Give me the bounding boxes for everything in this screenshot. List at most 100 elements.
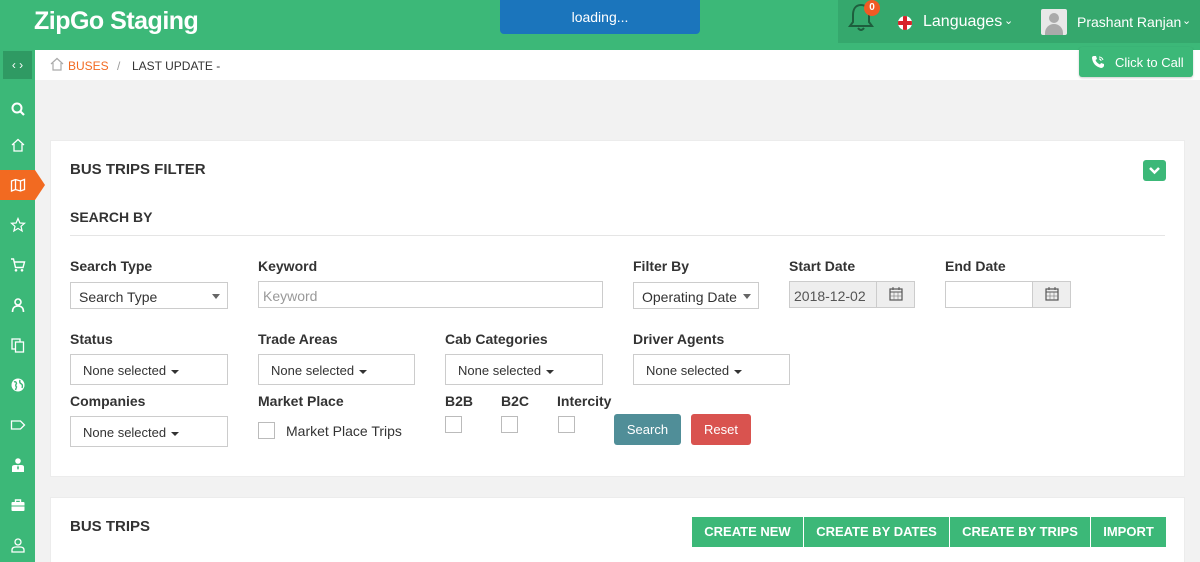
brand-logo[interactable]: ZipGo Staging xyxy=(34,7,199,36)
create-by-dates-button[interactable]: CREATE BY DATES xyxy=(804,517,949,547)
loading-indicator: loading... xyxy=(500,0,700,34)
sidebar-item-briefcase[interactable] xyxy=(0,490,35,520)
globe-icon xyxy=(11,378,24,392)
b2b-label: B2B xyxy=(445,393,474,409)
cab-categories-multiselect[interactable]: None selected xyxy=(445,354,603,385)
breadcrumb-separator: / xyxy=(117,59,121,73)
avatar[interactable] xyxy=(1041,9,1067,35)
caret-down-icon xyxy=(743,294,751,299)
chevron-down-icon xyxy=(1149,167,1160,175)
start-date-input[interactable]: 2018-12-02 xyxy=(789,281,915,308)
home-icon[interactable] xyxy=(50,57,64,71)
sidebar-item-home[interactable] xyxy=(0,130,35,160)
start-date-label: Start Date xyxy=(789,258,856,274)
breadcrumb-buses-link[interactable]: BUSES xyxy=(68,59,109,73)
sidebar-item-person[interactable] xyxy=(0,530,35,560)
search-button[interactable]: Search xyxy=(614,414,681,445)
search-icon xyxy=(11,102,25,116)
cab-categories-label: Cab Categories xyxy=(445,331,548,347)
sidebar-item-search[interactable] xyxy=(0,94,35,124)
calendar-icon[interactable] xyxy=(876,282,914,307)
b2b-checkbox[interactable] xyxy=(445,416,462,433)
search-type-select[interactable]: Search Type xyxy=(70,282,228,309)
search-by-heading: SEARCH BY xyxy=(70,209,153,225)
user-icon xyxy=(11,298,24,313)
b2c-checkbox[interactable] xyxy=(501,416,518,433)
caret-down-icon xyxy=(734,369,743,374)
caret-down-icon xyxy=(546,369,555,374)
cab-categories-value: None selected xyxy=(458,363,542,378)
companies-value: None selected xyxy=(83,425,167,440)
intercity-label: Intercity xyxy=(557,393,612,409)
person-icon xyxy=(10,538,25,553)
market-place-checkbox[interactable] xyxy=(258,422,275,439)
import-button[interactable]: IMPORT xyxy=(1091,517,1166,547)
search-type-value: Search Type xyxy=(79,289,158,305)
cart-icon xyxy=(10,258,25,272)
map-icon xyxy=(10,178,25,192)
market-place-label: Market Place xyxy=(258,393,344,409)
driver-agents-label: Driver Agents xyxy=(633,331,725,347)
intercity-checkbox[interactable] xyxy=(558,416,575,433)
last-update-label: LAST UPDATE - xyxy=(132,59,221,73)
calendar-icon[interactable] xyxy=(1032,282,1070,307)
agent-icon xyxy=(11,458,24,472)
reset-button[interactable]: Reset xyxy=(691,414,751,445)
collapse-button[interactable] xyxy=(1143,160,1166,181)
sidebar-item-map[interactable] xyxy=(0,170,35,200)
star-icon xyxy=(9,217,26,233)
b2c-label: B2C xyxy=(501,393,530,409)
sidebar-item-copy[interactable] xyxy=(0,330,35,360)
home-icon xyxy=(11,138,24,152)
trade-areas-label: Trade Areas xyxy=(258,331,338,347)
filter-by-label: Filter By xyxy=(633,258,690,274)
chevron-down-icon: ⌄ xyxy=(1182,15,1192,27)
sidebar-item-agent[interactable] xyxy=(0,450,35,480)
create-new-button[interactable]: CREATE NEW xyxy=(692,517,803,547)
driver-agents-value: None selected xyxy=(646,363,730,378)
divider xyxy=(70,235,1165,236)
keyword-input[interactable]: Keyword xyxy=(258,281,603,308)
status-multiselect[interactable]: None selected xyxy=(70,354,228,385)
chevron-down-icon: ⌄ xyxy=(1004,15,1014,27)
companies-label: Companies xyxy=(70,393,146,409)
copy-icon xyxy=(10,338,24,353)
filter-by-value: Operating Date xyxy=(642,289,737,305)
search-type-label: Search Type xyxy=(70,258,153,274)
market-place-trips-label: Market Place Trips xyxy=(286,423,402,439)
end-date-label: End Date xyxy=(945,258,1006,274)
active-pointer xyxy=(35,170,45,200)
status-label: Status xyxy=(70,331,113,347)
click-to-call-button[interactable]: Click to Call xyxy=(1079,47,1193,77)
create-by-trips-button[interactable]: CREATE BY TRIPS xyxy=(950,517,1090,547)
end-date-input[interactable] xyxy=(945,281,1071,308)
filter-by-select[interactable]: Operating Date xyxy=(633,282,759,309)
sidebar-toggle-icon[interactable]: ‹ › xyxy=(3,51,32,79)
caret-down-icon xyxy=(171,431,180,436)
sidebar-item-user[interactable] xyxy=(0,290,35,320)
start-date-value: 2018-12-02 xyxy=(794,288,866,304)
driver-agents-multiselect[interactable]: None selected xyxy=(633,354,790,385)
tag-icon xyxy=(10,420,25,430)
bus-trips-title: BUS TRIPS xyxy=(70,518,151,535)
companies-multiselect[interactable]: None selected xyxy=(70,416,228,447)
sidebar-item-cart[interactable] xyxy=(0,250,35,280)
flag-icon xyxy=(898,16,912,30)
trade-areas-multiselect[interactable]: None selected xyxy=(258,354,415,385)
caret-down-icon xyxy=(359,369,368,374)
sidebar-item-tag[interactable] xyxy=(0,410,35,440)
status-value: None selected xyxy=(83,363,167,378)
trade-areas-value: None selected xyxy=(271,363,355,378)
sidebar-item-globe[interactable] xyxy=(0,370,35,400)
caret-down-icon xyxy=(212,294,220,299)
filter-panel-title: BUS TRIPS FILTER xyxy=(70,161,206,178)
languages-dropdown[interactable]: Languages xyxy=(923,13,1002,31)
sidebar-item-star[interactable] xyxy=(0,210,35,240)
notification-badge: 0 xyxy=(864,0,880,16)
keyword-label: Keyword xyxy=(258,258,318,274)
caret-down-icon xyxy=(171,369,180,374)
user-menu[interactable]: Prashant Ranjan xyxy=(1077,14,1181,30)
briefcase-icon xyxy=(11,499,24,511)
keyword-placeholder: Keyword xyxy=(263,288,318,304)
phone-icon xyxy=(1092,56,1104,68)
